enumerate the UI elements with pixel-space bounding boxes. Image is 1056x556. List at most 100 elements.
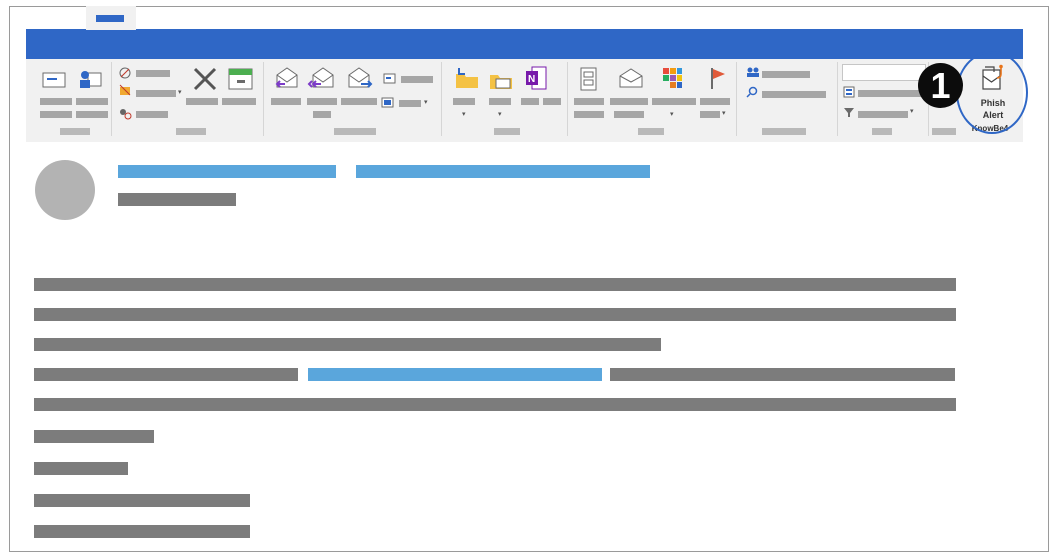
- sent-date: [118, 193, 236, 206]
- delete-label: [186, 98, 218, 105]
- follow-up-label: [700, 98, 730, 105]
- more-respond-icon[interactable]: [381, 97, 395, 109]
- sender-email-link[interactable]: [356, 165, 650, 178]
- new-email-label: [40, 98, 72, 105]
- step-number-badge: 1: [918, 63, 963, 108]
- tab-view[interactable]: [286, 14, 322, 21]
- assign-policy-icon[interactable]: [579, 66, 599, 92]
- highlight-circle: [956, 51, 1028, 134]
- new-email-label-line2: [40, 111, 72, 118]
- body-text-line: [34, 462, 128, 475]
- body-text-line: [34, 525, 250, 538]
- rules-label: [489, 98, 511, 105]
- follow-up-label-line2: [700, 111, 720, 118]
- group-separator: [441, 62, 442, 136]
- ignore-icon[interactable]: [118, 66, 132, 80]
- policy-label: [574, 98, 604, 105]
- group-separator: [567, 62, 568, 136]
- onenote-label: [521, 98, 539, 105]
- group-separator: [263, 62, 264, 136]
- address-book-icon[interactable]: [843, 86, 855, 98]
- body-text-line: [34, 398, 956, 411]
- group-label-new: [60, 128, 90, 135]
- chevron-down-icon[interactable]: ▾: [722, 109, 726, 117]
- flag-icon[interactable]: [708, 65, 728, 91]
- tab-home[interactable]: [86, 6, 136, 30]
- forward-icon[interactable]: [345, 65, 375, 91]
- group-label-addins: [932, 128, 956, 135]
- reply-icon[interactable]: [273, 65, 301, 91]
- chevron-down-icon[interactable]: ▾: [424, 98, 428, 106]
- body-text-line: [34, 278, 956, 291]
- meeting-label[interactable]: [401, 76, 433, 83]
- clean-up-icon[interactable]: [118, 83, 132, 97]
- new-items-icon[interactable]: [78, 67, 102, 91]
- reply-all-label-line2: [313, 111, 331, 118]
- browse-groups-label[interactable]: [762, 91, 826, 98]
- reply-label: [271, 98, 301, 105]
- new-items-label-line2: [76, 111, 108, 118]
- sender-avatar: [35, 160, 95, 220]
- body-text-line: [34, 308, 956, 321]
- policy-label-line2: [574, 111, 604, 118]
- chevron-down-icon[interactable]: ▾: [670, 110, 674, 118]
- chevron-down-icon[interactable]: ▾: [910, 107, 914, 115]
- group-label-respond: [334, 128, 376, 135]
- body-text-line: [34, 338, 661, 351]
- onenote-icon[interactable]: N: [524, 65, 548, 91]
- read-label-line2: [614, 111, 644, 118]
- body-text-line: [610, 368, 955, 381]
- read-label: [610, 98, 648, 105]
- group-label-move: [494, 128, 520, 135]
- search-icon[interactable]: [746, 86, 758, 98]
- rules-icon[interactable]: [488, 67, 516, 91]
- categorize-icon[interactable]: [661, 66, 683, 90]
- more-respond-label[interactable]: [399, 100, 421, 107]
- group-separator: [111, 62, 112, 136]
- tab-send-receive[interactable]: [146, 14, 216, 21]
- filter-email-label[interactable]: [858, 111, 908, 118]
- body-text-line: [34, 494, 250, 507]
- reply-all-icon[interactable]: [307, 65, 337, 91]
- new-email-icon[interactable]: [42, 70, 68, 88]
- filter-icon[interactable]: [843, 106, 855, 118]
- archive-icon[interactable]: [228, 67, 254, 91]
- group-label-delete: [176, 128, 206, 135]
- svg-text:N: N: [528, 74, 535, 85]
- group-label-find: [872, 128, 892, 135]
- reply-all-label: [307, 98, 337, 105]
- move-label: [453, 98, 475, 105]
- ignore-label[interactable]: [136, 70, 170, 77]
- tab-file[interactable]: [48, 14, 76, 21]
- onenote-label-2: [543, 98, 561, 105]
- chevron-down-icon[interactable]: ▾: [498, 110, 502, 118]
- group-separator: [837, 62, 838, 136]
- move-to-folder-icon[interactable]: [454, 66, 480, 90]
- people-icon[interactable]: [746, 66, 760, 78]
- chevron-down-icon[interactable]: ▾: [462, 110, 466, 118]
- ribbon-tab-bar: [26, 29, 1023, 59]
- groups-label[interactable]: [762, 71, 810, 78]
- unread-read-icon[interactable]: [618, 67, 644, 89]
- group-separator: [736, 62, 737, 136]
- archive-label: [222, 98, 256, 105]
- body-text-line: [34, 430, 154, 443]
- junk-icon[interactable]: [118, 108, 132, 120]
- tab-help[interactable]: [336, 14, 370, 21]
- search-people-input[interactable]: [842, 64, 926, 81]
- delete-x-icon[interactable]: [192, 66, 218, 92]
- sender-name-link[interactable]: [118, 165, 336, 178]
- address-book-label[interactable]: [858, 90, 924, 97]
- clean-up-label[interactable]: [136, 90, 176, 97]
- new-items-label: [76, 98, 108, 105]
- body-text-line: [34, 368, 298, 381]
- tab-folder[interactable]: [238, 14, 274, 21]
- group-label-tags: [638, 128, 664, 135]
- body-link[interactable]: [308, 368, 602, 381]
- chevron-down-icon[interactable]: ▾: [178, 88, 182, 96]
- categorize-label: [652, 98, 696, 105]
- group-label-groups: [762, 128, 806, 135]
- junk-label[interactable]: [136, 111, 168, 118]
- meeting-icon[interactable]: [383, 73, 397, 85]
- forward-label: [341, 98, 377, 105]
